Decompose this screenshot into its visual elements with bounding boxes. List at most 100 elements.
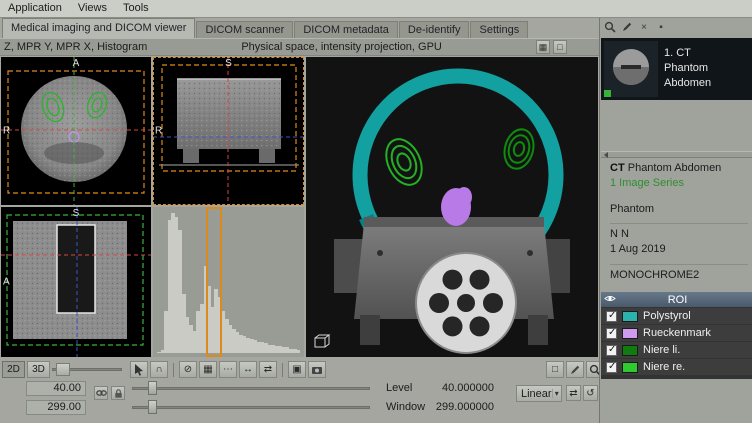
axial-slice-image [1, 57, 151, 205]
window-row: 299.00 Window 299.000000 [0, 399, 599, 417]
modality-label: CT [610, 162, 625, 174]
roi-color-swatch[interactable] [622, 362, 638, 373]
level-row: 40.00 Level 40.000000 [0, 380, 599, 398]
roi-color-swatch[interactable] [622, 345, 638, 356]
window-readout: 299.000000 [414, 401, 494, 413]
roi-label: Polystyrol [643, 310, 691, 322]
crosshair-off-icon[interactable]: ⊘ [179, 361, 197, 378]
orientation-label-right: R [3, 126, 10, 137]
reset-wl-icon[interactable]: ↺ [583, 385, 598, 401]
level-readout: 40.000000 [414, 382, 494, 394]
more-options-icon[interactable]: ⋯ [219, 361, 237, 378]
window-slider-handle[interactable] [148, 400, 157, 414]
clipping-box-icon[interactable] [311, 332, 333, 350]
roi-panel: ROI Polystyrol Rueckenmark Niere li. Ni [601, 292, 752, 379]
slider-groove [132, 387, 370, 390]
level-slider[interactable] [132, 380, 370, 397]
orientation-label-superior: S [225, 58, 232, 69]
lut-selected-value: Linear [517, 388, 552, 400]
roi-visibility-checkbox[interactable] [606, 311, 617, 322]
series-status-badge [604, 90, 611, 97]
window-value-field[interactable]: 299.00 [26, 400, 86, 415]
pan-tool-icon[interactable]: ↔ [239, 361, 257, 378]
viewport-coronal[interactable]: S R [153, 57, 304, 205]
crop-tool-icon[interactable]: ▣ [288, 361, 306, 378]
orientation-label-right: R [155, 126, 162, 137]
invert-lut-icon[interactable]: ⇄ [566, 385, 581, 401]
series-info: CT Phantom Abdomen 1 Image Series Phanto… [610, 162, 748, 282]
slider-handle[interactable] [56, 363, 70, 376]
series-list-item[interactable]: 1. CT Phantom Abdomen [601, 38, 752, 100]
link-wl-icon[interactable] [94, 386, 108, 400]
tab-dicom-metadata[interactable]: DICOM metadata [294, 21, 398, 38]
roi-row-niere-re[interactable]: Niere re. [601, 359, 752, 375]
menubar: Application Views Tools [0, 0, 752, 18]
tab-settings[interactable]: Settings [470, 21, 528, 38]
sync-views-icon[interactable]: ⇄ [259, 361, 277, 378]
viewport-axial[interactable]: A R [1, 57, 151, 205]
viewport-sagittal[interactable]: S A [1, 207, 151, 357]
panel-splitter[interactable] [601, 151, 752, 158]
series-label: 1. CT Phantom Abdomen [664, 46, 752, 91]
orientation-label-anterior: A [3, 277, 10, 288]
rect-select-icon[interactable]: □ [546, 361, 564, 378]
roi-row-niere-li[interactable]: Niere li. [601, 342, 752, 358]
roi-label: Niere re. [643, 361, 685, 373]
study-description: Phantom [610, 203, 748, 216]
sagittal-slice-image [1, 207, 151, 357]
study-date: 1 Aug 2019 [610, 243, 748, 256]
pointer-tool-icon[interactable] [130, 361, 148, 378]
series-thumbnail[interactable] [604, 41, 658, 97]
mode-2d-button[interactable]: 2D [2, 361, 25, 378]
orientation-label-anterior: A [73, 58, 80, 69]
roi-row-rueckenmark[interactable]: Rueckenmark [601, 325, 752, 341]
patient-name: N N [610, 228, 748, 241]
lut-dropdown[interactable]: Linear ▾ [516, 385, 562, 402]
menu-application[interactable]: Application [0, 1, 70, 16]
window-slider[interactable] [132, 399, 370, 416]
edit-icon[interactable] [620, 20, 634, 34]
menu-views[interactable]: Views [70, 1, 115, 16]
series-subtitle: 1 Image Series [610, 177, 748, 190]
viewport-histogram[interactable] [153, 207, 304, 357]
scroll-left-icon[interactable] [604, 152, 608, 158]
tab-de-identify[interactable]: De-identify [399, 21, 470, 38]
roi-label: Niere li. [643, 344, 680, 356]
coronal-slice-image [153, 57, 304, 205]
viewport-3d[interactable] [306, 57, 598, 357]
sidebar-toolbar: × ▪ [603, 20, 668, 34]
viewer-header: Z, MPR Y, MPR X, Histogram Physical spac… [0, 38, 599, 56]
fullscreen-icon[interactable]: □ [553, 40, 567, 54]
tab-bar: Medical imaging and DICOM viewer DICOM s… [2, 18, 529, 38]
tab-medical-imaging-viewer[interactable]: Medical imaging and DICOM viewer [2, 18, 195, 38]
pin-icon[interactable]: ▪ [654, 20, 668, 34]
level-value-field[interactable]: 40.00 [26, 381, 86, 396]
roi-row-polystyrol[interactable]: Polystyrol [601, 308, 752, 324]
visibility-eye-icon [604, 294, 616, 306]
close-icon[interactable]: × [637, 20, 651, 34]
tab-dicom-scanner[interactable]: DICOM scanner [196, 21, 293, 38]
chevron-down-icon: ▾ [552, 389, 561, 398]
layout-description: Z, MPR Y, MPR X, Histogram [4, 41, 147, 53]
histogram-selection[interactable] [206, 207, 222, 357]
roi-visibility-checkbox[interactable] [606, 328, 617, 339]
roi-visibility-checkbox[interactable] [606, 362, 617, 373]
magnet-tool-icon[interactable]: ∩ [150, 361, 168, 378]
opacity-slider[interactable] [52, 361, 122, 378]
roi-visibility-checkbox[interactable] [606, 345, 617, 356]
roi-color-swatch[interactable] [622, 311, 638, 322]
mode-3d-button[interactable]: 3D [27, 361, 50, 378]
lock-wl-icon[interactable] [111, 386, 125, 400]
volume-rendering [306, 57, 598, 357]
pen-tool-icon[interactable] [566, 361, 584, 378]
toolbar-separator [282, 363, 283, 377]
histogram-bars [157, 213, 300, 353]
screenshot-icon[interactable] [308, 361, 326, 378]
level-slider-handle[interactable] [148, 381, 157, 395]
layout-grid-icon[interactable]: ▦ [536, 40, 550, 54]
search-icon[interactable] [603, 20, 617, 34]
roi-panel-header: ROI [601, 292, 752, 307]
layout-icon[interactable]: ▦ [199, 361, 217, 378]
menu-tools[interactable]: Tools [115, 1, 157, 16]
roi-color-swatch[interactable] [622, 328, 638, 339]
